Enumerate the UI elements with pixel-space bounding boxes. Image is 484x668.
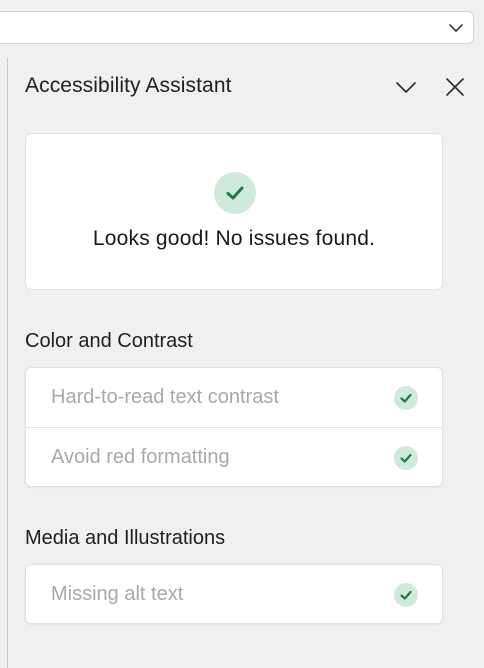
- top-dropdown[interactable]: [0, 11, 474, 44]
- chevron-down-icon: [396, 82, 416, 93]
- list-item[interactable]: Avoid red formatting: [26, 427, 442, 487]
- list-item-label: Hard-to-read text contrast: [51, 386, 279, 408]
- section-heading-color-contrast: Color and Contrast: [25, 330, 193, 352]
- section-heading-media-illustrations: Media and Illustrations: [25, 527, 226, 549]
- check-circle-icon: [394, 583, 418, 607]
- check-circle-icon: [214, 172, 256, 214]
- pane-title: Accessibility Assistant: [25, 74, 232, 97]
- media-illustrations-list: Missing alt text: [25, 564, 443, 624]
- summary-message: Looks good! No issues found.: [92, 227, 376, 250]
- list-item[interactable]: Hard-to-read text contrast: [26, 368, 442, 427]
- color-contrast-list: Hard-to-read text contrast Avoid red for…: [25, 367, 443, 487]
- list-item-label: Avoid red formatting: [51, 446, 230, 468]
- list-item-label: Missing alt text: [51, 583, 184, 605]
- check-circle-icon: [394, 446, 418, 470]
- list-item[interactable]: Missing alt text: [26, 565, 442, 624]
- check-circle-icon: [394, 386, 418, 410]
- close-icon: [446, 78, 464, 96]
- summary-card: Looks good! No issues found.: [25, 133, 443, 290]
- close-pane-button[interactable]: [444, 76, 466, 98]
- chevron-down-icon[interactable]: [447, 19, 465, 37]
- collapse-pane-button[interactable]: [395, 76, 417, 98]
- pane-divider: [7, 58, 8, 668]
